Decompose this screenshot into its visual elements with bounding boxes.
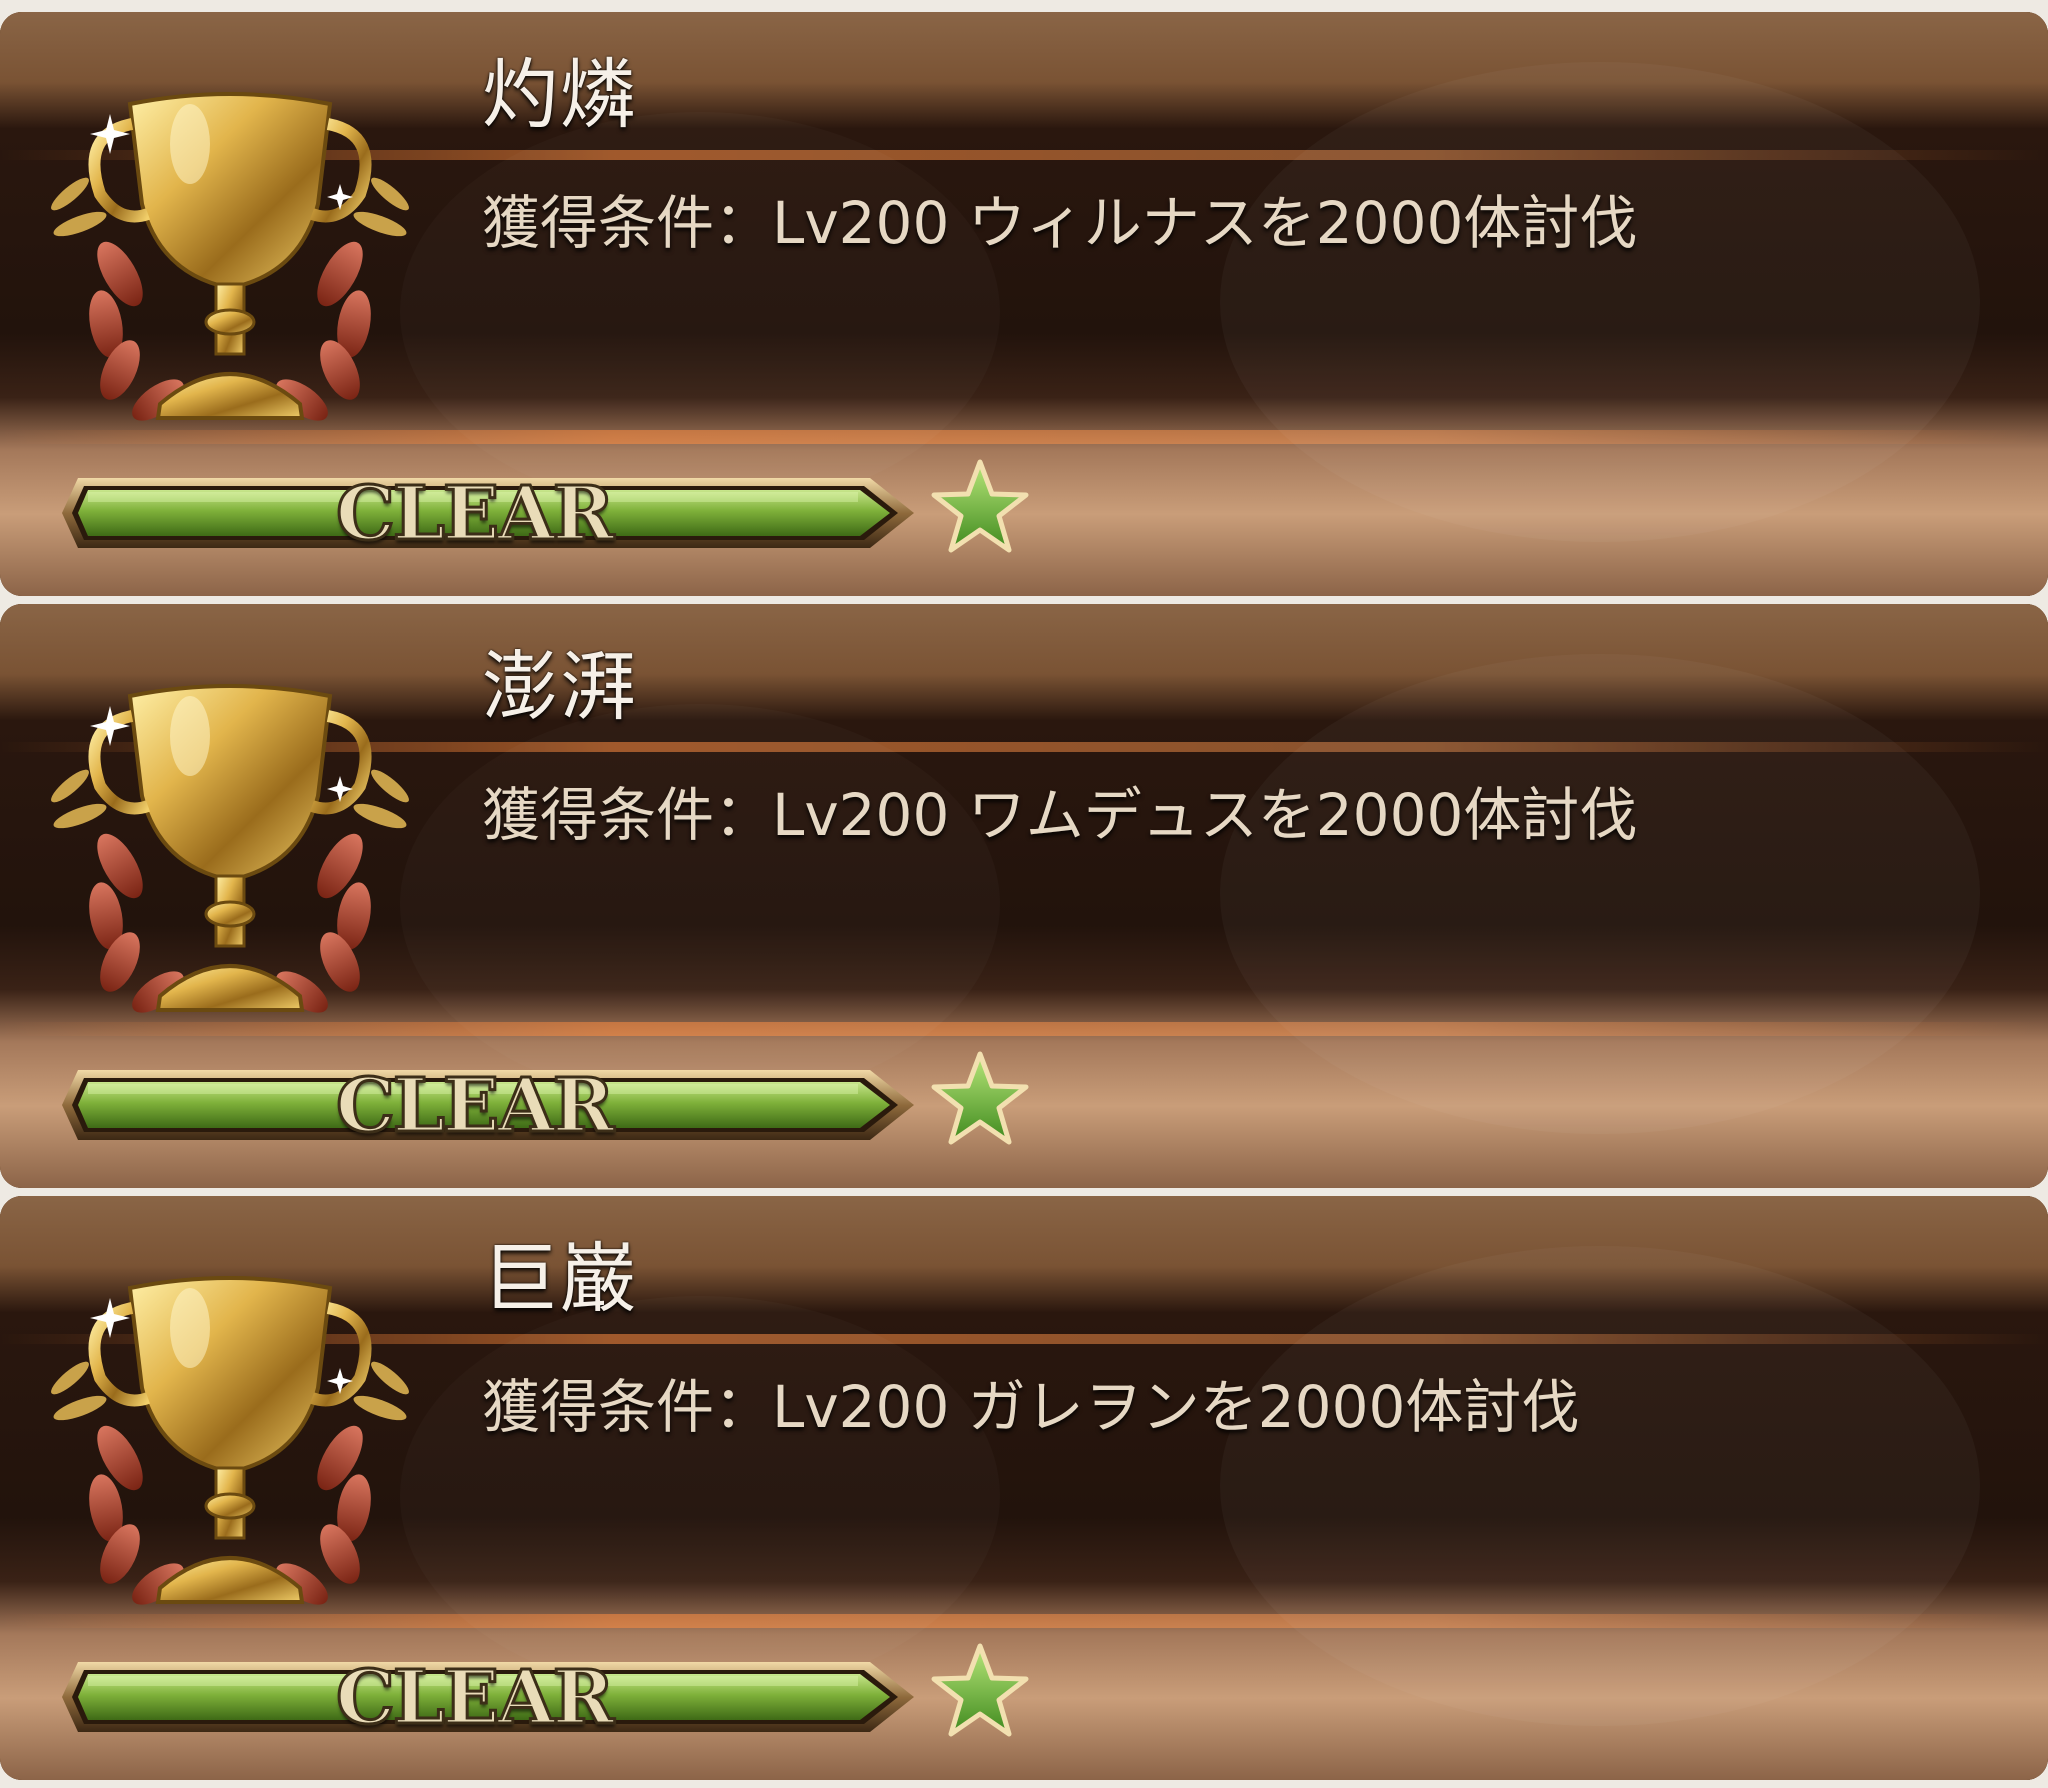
- achievement-list: 灼燐 獲得条件：Lv200 ウィルナスを2000体討伐 CLEAR 澎湃 獲得条…: [0, 0, 2048, 1788]
- star-icon: [930, 1642, 1030, 1742]
- achievement-title: 灼燐: [482, 50, 638, 139]
- progress-bar: CLEAR: [58, 1063, 918, 1149]
- gold-trophy-icon: [40, 666, 420, 1026]
- achievement-condition: 獲得条件：Lv200 ウィルナスを2000体討伐: [482, 189, 1638, 257]
- achievement-card[interactable]: 巨巌 獲得条件：Lv200 ガレヲンを2000体討伐 CLEAR: [0, 1196, 2048, 1780]
- gold-trophy-icon: [40, 1258, 420, 1618]
- star-icon: [930, 1050, 1030, 1150]
- achievement-condition: 獲得条件：Lv200 ガレヲンを2000体討伐: [482, 1373, 1580, 1441]
- progress-bar: CLEAR: [58, 471, 918, 557]
- clear-status-label: CLEAR: [334, 1655, 615, 1741]
- achievement-title: 巨巌: [482, 1234, 638, 1323]
- clear-status-label: CLEAR: [334, 471, 615, 557]
- gold-trophy-icon: [40, 74, 420, 434]
- achievement-card[interactable]: 灼燐 獲得条件：Lv200 ウィルナスを2000体討伐 CLEAR: [0, 12, 2048, 596]
- achievement-condition: 獲得条件：Lv200 ワムデュスを2000体討伐: [482, 781, 1638, 849]
- star-icon: [930, 458, 1030, 558]
- clear-status-label: CLEAR: [334, 1063, 615, 1149]
- achievement-card[interactable]: 澎湃 獲得条件：Lv200 ワムデュスを2000体討伐 CLEAR: [0, 604, 2048, 1188]
- progress-bar: CLEAR: [58, 1655, 918, 1741]
- achievement-title: 澎湃: [482, 642, 638, 731]
